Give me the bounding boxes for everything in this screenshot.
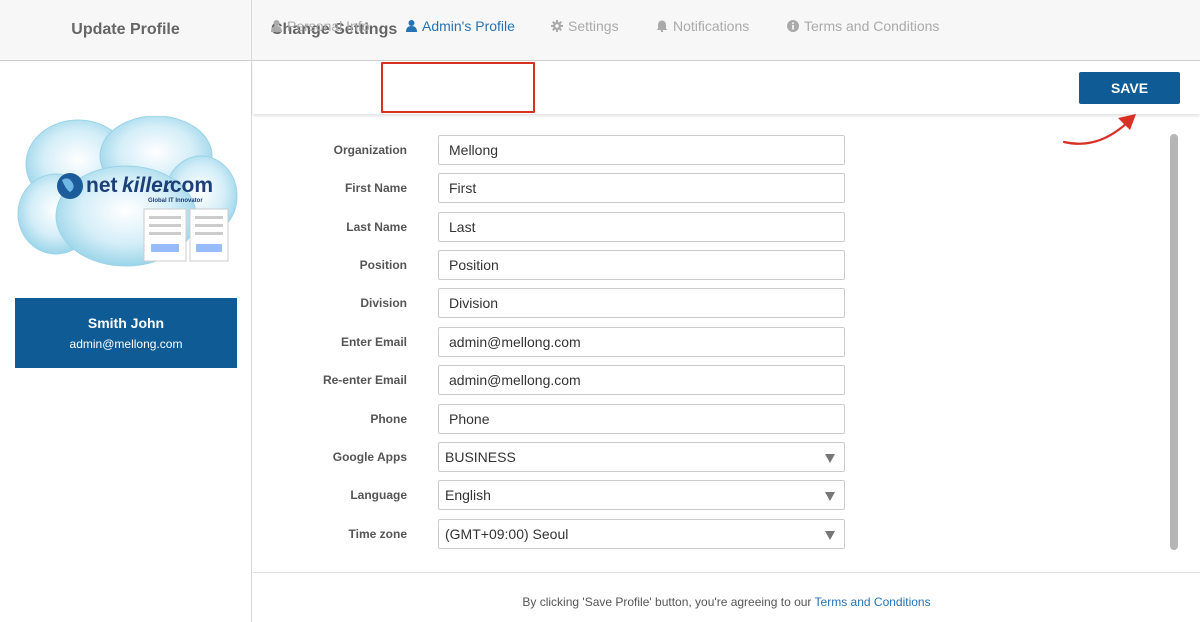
tab-personal-info[interactable]: Personal Info — [271, 0, 370, 52]
terms-link[interactable]: Terms and Conditions — [815, 595, 931, 609]
form-row-timezone: Time zone (GMT+09:00) Seoul — [253, 519, 853, 549]
language-value: English — [445, 487, 491, 503]
form-row-email: Enter Email — [253, 327, 853, 357]
form-row-google-apps: Google Apps BUSINESS — [253, 442, 853, 472]
language-select[interactable]: English — [438, 480, 845, 510]
timezone-label: Time zone — [348, 527, 407, 541]
tab-label: Personal Info — [287, 18, 370, 34]
sidebar: Update Profile net killer .com Global IT… — [0, 0, 252, 622]
user-icon — [406, 20, 417, 32]
division-label: Division — [360, 296, 407, 310]
tab-label: Settings — [568, 18, 619, 34]
form-row-phone: Phone — [253, 404, 853, 434]
email-label: Enter Email — [340, 335, 407, 349]
tab-notifications[interactable]: Notifications — [656, 0, 749, 52]
tab-admins-profile[interactable]: Admin's Profile — [406, 0, 515, 52]
tab-label: Notifications — [673, 18, 750, 34]
form-row-organization: Organization — [253, 135, 853, 165]
info-icon — [787, 20, 799, 32]
logo-tagline: Global IT Innovator — [148, 198, 203, 204]
sidebar-title: Update Profile — [0, 0, 251, 61]
caret-down-icon — [825, 531, 835, 540]
user-name: Smith John — [87, 315, 165, 331]
organization-label: Organization — [333, 143, 407, 157]
google-apps-value: BUSINESS — [445, 449, 516, 465]
phone-input[interactable] — [438, 404, 845, 434]
position-label: Position — [359, 258, 407, 272]
footer-text: By clicking 'Save Profile' button, you'r… — [522, 595, 815, 609]
user-card: Smith John admin@mellong.com — [15, 298, 237, 368]
logo-text-com: .com — [164, 174, 213, 197]
first-name-label: First Name — [344, 181, 407, 195]
tab-label: Admin's Profile — [422, 18, 515, 34]
language-label: Language — [350, 488, 407, 502]
reenter-email-input[interactable] — [438, 365, 845, 395]
reenter-email-label: Re-enter Email — [322, 373, 407, 387]
timezone-select[interactable]: (GMT+09:00) Seoul — [438, 519, 845, 549]
division-input[interactable] — [438, 288, 845, 318]
caret-down-icon — [825, 492, 835, 501]
logo-text-net: net — [86, 174, 118, 197]
timezone-value: (GMT+09:00) Seoul — [445, 526, 569, 542]
phone-label: Phone — [370, 412, 407, 426]
tab-settings[interactable]: Settings — [551, 0, 619, 52]
gear-icon — [551, 20, 563, 32]
footer-agreement: By clicking 'Save Profile' button, you'r… — [253, 595, 1200, 609]
email-input[interactable] — [438, 327, 845, 357]
form-row-first-name: First Name — [253, 173, 853, 203]
caret-down-icon — [825, 454, 835, 463]
company-logo: net killer .com Global IT Innovator — [16, 115, 238, 272]
google-apps-select[interactable]: BUSINESS — [438, 442, 845, 472]
tab-label: Terms and Conditions — [804, 18, 940, 34]
save-button[interactable]: SAVE — [1079, 72, 1180, 104]
position-input[interactable] — [438, 250, 845, 280]
active-tab-highlight — [381, 62, 535, 113]
footer-divider — [253, 572, 1200, 573]
user-email: admin@mellong.com — [69, 337, 183, 351]
last-name-label: Last Name — [346, 220, 407, 234]
form-row-division: Division — [253, 288, 853, 318]
user-icon — [271, 20, 282, 32]
tab-terms[interactable]: Terms and Conditions — [787, 0, 939, 52]
bell-icon — [656, 20, 668, 32]
form-row-last-name: Last Name — [253, 212, 853, 242]
google-apps-label: Google Apps — [332, 450, 407, 464]
form-row-position: Position — [253, 250, 853, 280]
form-row-reenter-email: Re-enter Email — [253, 365, 853, 395]
scrollbar-thumb[interactable] — [1170, 134, 1178, 550]
scrollbar[interactable] — [1168, 134, 1180, 550]
annotation-arrow — [1062, 114, 1136, 145]
first-name-input[interactable] — [438, 173, 845, 203]
organization-input[interactable] — [438, 135, 845, 165]
form-row-language: Language English — [253, 480, 853, 510]
last-name-input[interactable] — [438, 212, 845, 242]
